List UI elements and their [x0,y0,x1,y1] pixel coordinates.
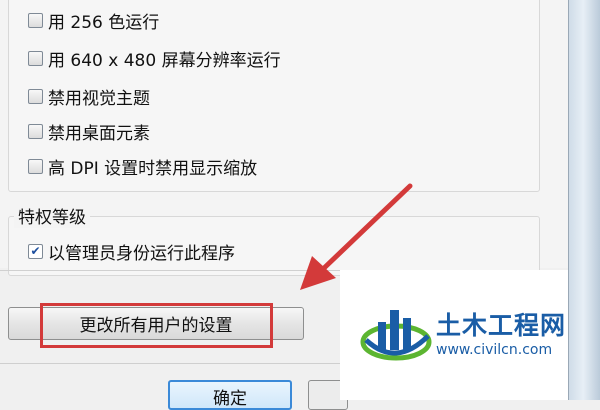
option-label: 禁用视觉主题 [48,88,150,109]
option-run-as-admin[interactable]: ✔ 以管理员身份运行此程序 [28,239,235,264]
option-label: 高 DPI 设置时禁用显示缩放 [48,158,258,179]
option-disable-dpi-scaling[interactable]: 高 DPI 设置时禁用显示缩放 [28,154,258,179]
highlight-box [40,303,273,348]
checkbox-run-as-admin[interactable]: ✔ [28,243,43,259]
checkbox-disable-dpi-scaling[interactable] [28,158,43,174]
option-label: 用 640 x 480 屏幕分辨率运行 [48,50,281,71]
option-disable-visual-themes[interactable]: 禁用视觉主题 [28,84,150,109]
privilege-group-title: 特权等级 [14,203,90,228]
watermark-logo: 土木工程网 www.civilcn.com [360,300,580,370]
compatibility-panel: 用 256 色运行 用 640 x 480 屏幕分辨率运行 禁用视觉主题 禁用桌… [0,0,568,276]
ok-button[interactable]: 确定 [168,380,292,410]
checkbox-256-colors[interactable] [28,12,43,28]
option-640x480[interactable]: 用 640 x 480 屏幕分辨率运行 [28,46,281,71]
option-label: 以管理员身份运行此程序 [48,243,235,264]
watermark-url: www.civilcn.com [436,342,553,358]
checkbox-640x480[interactable] [28,50,43,66]
option-label: 用 256 色运行 [48,12,160,33]
option-disable-desktop-composition[interactable]: 禁用桌面元素 [28,119,150,144]
checkbox-disable-visual-themes[interactable] [28,88,43,104]
divider [0,363,340,364]
option-256-colors[interactable]: 用 256 色运行 [28,8,160,33]
building-logo-icon [360,310,432,361]
watermark-name: 土木工程网 [436,311,567,340]
checkbox-disable-desktop-composition[interactable] [28,123,43,139]
option-label: 禁用桌面元素 [48,123,150,144]
